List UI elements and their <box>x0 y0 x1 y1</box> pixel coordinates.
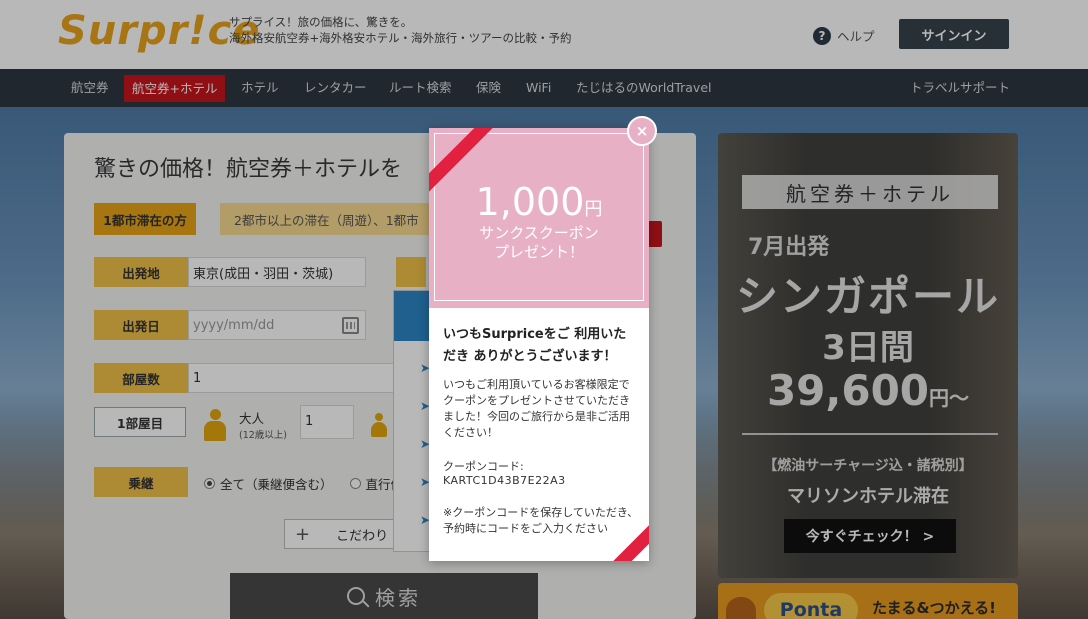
coupon-modal: 1,000円 サンクスクーポン プレゼント！ いつもSurpriceをご 利用い… <box>429 128 649 561</box>
coupon-code-value[interactable]: KARTC1D43B7E22A3 <box>443 474 566 487</box>
close-icon[interactable]: × <box>627 116 657 146</box>
modal-headline: いつもSurpriceをご 利用いただき ありがとうございます！ <box>443 327 627 364</box>
modal-note: ※クーポンコードを保存していただき、予約時にコードをご入力ください <box>443 506 639 535</box>
coupon-caption-line-1: サンクスクーポン <box>479 224 599 242</box>
coupon-caption: サンクスクーポン プレゼント！ <box>429 224 649 262</box>
coupon-card: 1,000円 サンクスクーポン プレゼント！ <box>429 128 649 308</box>
modal-body: いつもご利用頂いているお客様限定でクーポンをプレゼントさせていただきました！今回… <box>443 378 630 439</box>
coupon-amount-value: 1,000 <box>475 180 585 224</box>
coupon-caption-line-2: プレゼント！ <box>493 243 584 261</box>
coupon-code-label: クーポンコード: <box>443 460 524 473</box>
coupon-amount-unit: 円 <box>584 199 603 220</box>
coupon-amount: 1,000円 <box>429 180 649 224</box>
